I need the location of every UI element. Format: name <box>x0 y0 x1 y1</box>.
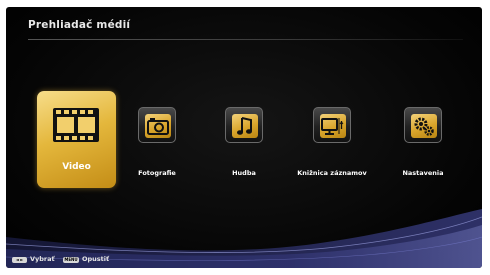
menu-item-label: Nastavenia <box>402 169 444 177</box>
film-icon <box>52 106 100 144</box>
exit-hint: Opustiť <box>82 255 110 263</box>
screen: Prehliadač médií Video Fotografie Hudba … <box>0 0 490 275</box>
gears-icon <box>411 114 437 138</box>
menu-item-label: Video <box>62 162 91 172</box>
menu-item-recordings[interactable] <box>313 107 351 143</box>
menu-item-label: Fotografie <box>138 169 176 177</box>
menu-item-label: Hudba <box>232 169 256 177</box>
menu-item-photos[interactable] <box>138 107 176 143</box>
media-browser-panel: Prehliadač médií Video Fotografie Hudba … <box>6 7 482 268</box>
menu-item-settings[interactable] <box>404 107 442 143</box>
menu-item-music[interactable] <box>225 107 263 143</box>
menu-item-video[interactable]: Video <box>37 91 116 188</box>
header-divider <box>28 39 463 40</box>
menu-item-label: Knižnica záznamov <box>297 169 367 177</box>
left-right-key-icon: ◄ ► <box>12 257 27 263</box>
page-title: Prehliadač médií <box>28 19 131 31</box>
select-hint: Vybrať <box>30 255 55 263</box>
music-note-icon <box>232 114 258 138</box>
camera-icon <box>145 114 171 138</box>
recording-library-icon <box>320 114 346 138</box>
menu-key-icon: MENU <box>63 257 79 263</box>
